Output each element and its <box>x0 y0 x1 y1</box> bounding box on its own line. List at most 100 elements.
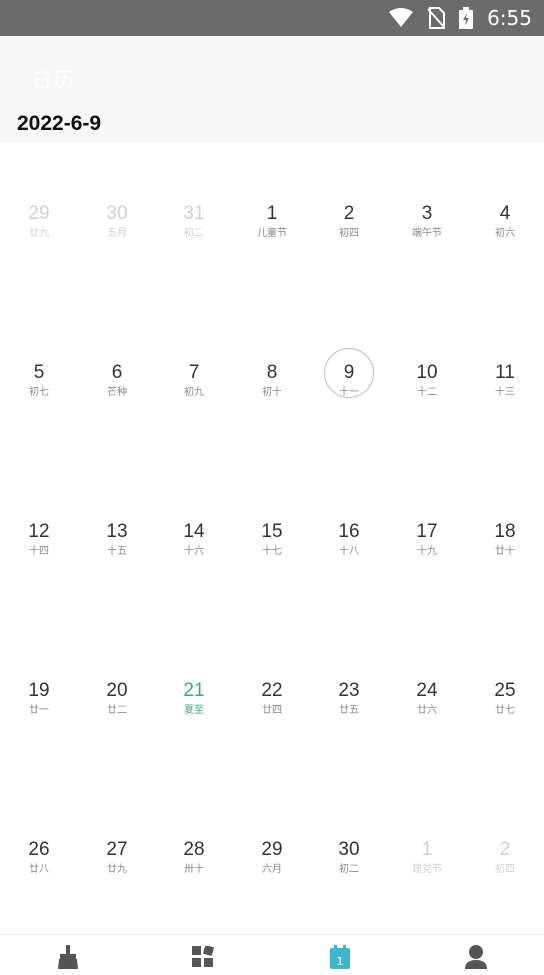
calendar-day[interactable]: 28 卅十 <box>155 839 233 909</box>
profile-tab[interactable] <box>462 943 490 971</box>
selected-date: 2022-6-9 <box>17 112 102 135</box>
day-number: 30 <box>106 203 128 224</box>
day-number: 26 <box>28 839 50 860</box>
calendar-day[interactable]: 7 初九 <box>155 362 233 432</box>
calendar-day[interactable]: 30 五月 <box>78 203 156 273</box>
day-number: 3 <box>421 203 433 224</box>
calendar-day[interactable]: 25 廿七 <box>466 680 544 750</box>
calendar-day[interactable]: 2 初四 <box>466 839 544 909</box>
day-number: 5 <box>33 362 45 383</box>
lunar-label: 芒种 <box>107 387 127 398</box>
calendar-day[interactable]: 21 夏至 <box>155 680 233 750</box>
calendar-day[interactable]: 12 十四 <box>0 521 78 591</box>
status-icons: 6:55 <box>389 0 532 36</box>
status-time: 6:55 <box>487 6 532 30</box>
lunar-label: 端午节 <box>412 228 442 239</box>
clean-tab[interactable] <box>54 943 82 971</box>
lunar-label: 廿八 <box>29 864 49 875</box>
day-number: 2 <box>499 839 511 860</box>
calendar-day[interactable]: 3 端午节 <box>388 203 466 273</box>
lunar-label: 廿六 <box>417 705 437 716</box>
lunar-label: 初二 <box>184 228 204 239</box>
calendar-day[interactable]: 4 初六 <box>466 203 544 273</box>
lunar-label: 十四 <box>29 546 49 557</box>
calendar-day[interactable]: 31 初二 <box>155 203 233 273</box>
lunar-label: 十八 <box>339 546 359 557</box>
lunar-label: 五月 <box>107 228 127 239</box>
lunar-label: 初十 <box>262 387 282 398</box>
day-number: 10 <box>416 362 438 383</box>
calendar-day[interactable]: 18 廿十 <box>466 521 544 591</box>
calendar-day[interactable]: 22 廿四 <box>233 680 311 750</box>
calendar-day[interactable]: 13 十五 <box>78 521 156 591</box>
calendar-day-today[interactable]: 9 十一 <box>310 348 388 432</box>
lunar-label: 初四 <box>495 864 515 875</box>
calendar-day[interactable]: 2 初四 <box>310 203 388 273</box>
calendar-day[interactable]: 16 十八 <box>310 521 388 591</box>
day-number: 27 <box>106 839 128 860</box>
day-number: 13 <box>106 521 128 542</box>
day-number: 22 <box>261 680 283 701</box>
day-number: 11 <box>495 362 515 383</box>
calendar-grid: 29 廿九 30 五月 31 初二 1 儿童节 2 初四 3 端午节 4 初六 5 初七 6 芒种 7 初九 8 初十 9 十… <box>0 142 544 934</box>
calendar-day[interactable]: 17 十九 <box>388 521 466 591</box>
bottom-nav: 1 <box>0 934 544 975</box>
calendar-day[interactable]: 29 廿九 <box>0 203 78 273</box>
day-number: 9 <box>343 362 355 383</box>
calendar-icon: 1 <box>330 945 350 969</box>
broom-icon <box>58 945 78 969</box>
lunar-label: 初九 <box>184 387 204 398</box>
no-sim-icon <box>427 7 446 29</box>
lunar-label: 廿七 <box>495 705 515 716</box>
person-icon <box>465 945 487 969</box>
calendar-day[interactable]: 30 初二 <box>310 839 388 909</box>
calendar-day[interactable]: 1 儿童节 <box>233 203 311 273</box>
lunar-label: 廿十 <box>495 546 515 557</box>
calendar-day[interactable]: 15 十七 <box>233 521 311 591</box>
calendar-day[interactable]: 26 廿八 <box>0 839 78 909</box>
lunar-label: 廿四 <box>262 705 282 716</box>
calendar-day[interactable]: 11 十三 <box>466 362 544 432</box>
calendar-day[interactable]: 5 初七 <box>0 362 78 432</box>
apps-tab[interactable] <box>189 943 217 971</box>
calendar-day[interactable]: 29 六月 <box>233 839 311 909</box>
day-number: 6 <box>111 362 123 383</box>
calendar-day[interactable]: 14 十六 <box>155 521 233 591</box>
calendar-day[interactable]: 10 十二 <box>388 362 466 432</box>
day-number: 25 <box>494 680 516 701</box>
lunar-label: 廿一 <box>29 705 49 716</box>
calendar-tab[interactable]: 1 <box>326 943 354 971</box>
lunar-label: 廿九 <box>29 228 49 239</box>
day-number: 17 <box>416 521 438 542</box>
lunar-label: 儿童节 <box>257 228 287 239</box>
lunar-label: 建党节 <box>412 864 442 875</box>
day-number: 16 <box>338 521 360 542</box>
calendar-day[interactable]: 1 建党节 <box>388 839 466 909</box>
lunar-label: 十三 <box>495 387 515 398</box>
header: 日历 2022-6-9 <box>0 36 544 142</box>
lunar-label: 初六 <box>495 228 515 239</box>
calendar-day[interactable]: 23 廿五 <box>310 680 388 750</box>
status-bar: 6:55 <box>0 0 544 36</box>
calendar-day[interactable]: 19 廿一 <box>0 680 78 750</box>
day-number: 20 <box>106 680 128 701</box>
calendar-day[interactable]: 8 初十 <box>233 362 311 432</box>
grid-icon <box>192 946 214 967</box>
day-number: 1 <box>266 203 278 224</box>
lunar-label: 十五 <box>107 546 127 557</box>
lunar-label: 初七 <box>29 387 49 398</box>
calendar-day[interactable]: 6 芒种 <box>78 362 156 432</box>
lunar-label: 初二 <box>339 864 359 875</box>
day-number: 31 <box>183 203 205 224</box>
day-number: 4 <box>499 203 511 224</box>
calendar-day[interactable]: 27 廿九 <box>78 839 156 909</box>
day-number: 28 <box>183 839 205 860</box>
wifi-icon <box>389 8 414 27</box>
lunar-label: 廿五 <box>339 705 359 716</box>
day-number: 12 <box>28 521 50 542</box>
calendar-day[interactable]: 24 廿六 <box>388 680 466 750</box>
lunar-label: 卅十 <box>184 864 204 875</box>
day-number: 1 <box>421 839 433 860</box>
calendar-day[interactable]: 20 廿二 <box>78 680 156 750</box>
day-number: 19 <box>28 680 50 701</box>
